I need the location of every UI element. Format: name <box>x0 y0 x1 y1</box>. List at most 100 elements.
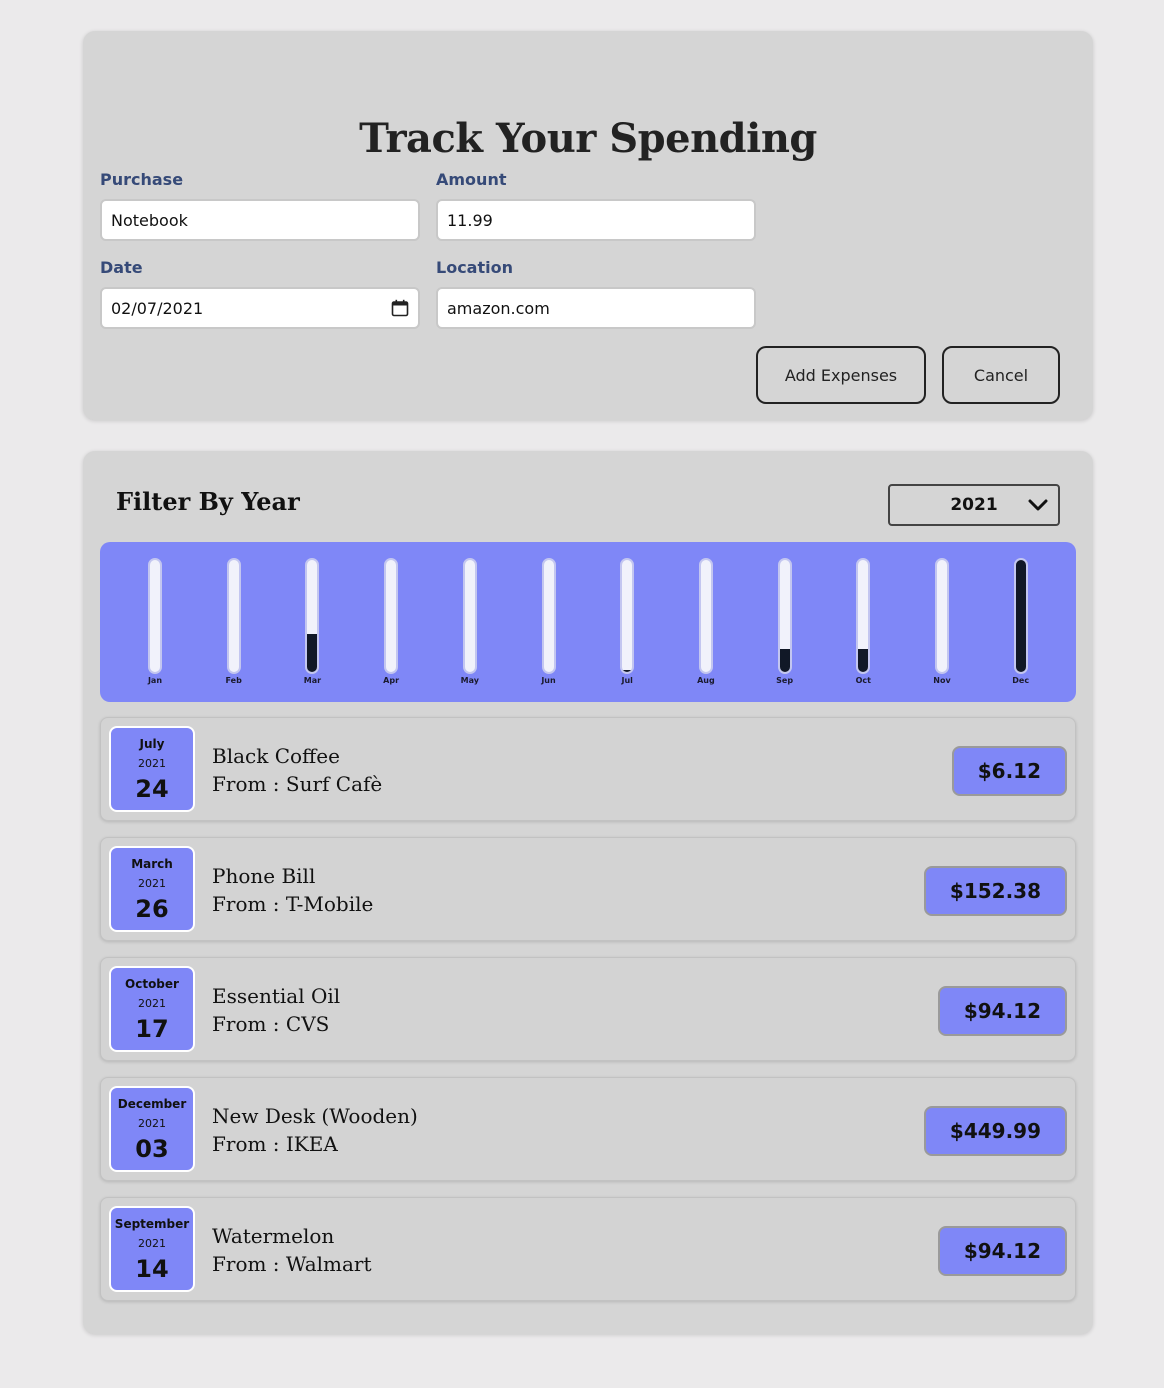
chart-bar-track <box>698 558 713 674</box>
expense-date-day: 14 <box>135 1255 169 1283</box>
amount-input[interactable]: 11.99 <box>436 199 756 241</box>
expense-price-badge: $94.12 <box>937 1226 1067 1276</box>
chart-bar <box>779 648 790 672</box>
chart-bar <box>1015 560 1026 672</box>
expense-date-month: December <box>117 1097 187 1111</box>
expense-date-badge: October 2021 17 <box>109 966 195 1052</box>
expense-date-day: 24 <box>135 775 169 803</box>
expense-date-year: 2021 <box>138 877 166 890</box>
expense-date-day: 26 <box>135 895 169 923</box>
chart-bar-track <box>777 558 792 674</box>
chart-bar-track <box>462 558 477 674</box>
chart-tick-label: Jan <box>147 676 163 685</box>
chart-bar-track <box>935 558 949 674</box>
chart-tick-label: Apr <box>383 676 400 685</box>
expenses-list-card: Filter By Year 2021 Jan Feb Mar Apr May Jun Ju… <box>83 451 1093 1334</box>
chart-bar <box>307 634 318 672</box>
purchase-label: Purchase <box>100 170 184 189</box>
chart-bar-column-dec: Dec <box>1001 542 1041 702</box>
chart-tick-label: Dec <box>1012 676 1030 685</box>
chart-tick-label: Aug <box>697 676 715 685</box>
monthly-spending-chart: Jan Feb Mar Apr May Jun Jul Aug Sep Oct Nov Dec <box>100 542 1076 702</box>
chart-tick-label: Jun <box>541 676 556 685</box>
expense-item[interactable]: December 2021 03 New Desk (Wooden) From : IK… <box>100 1077 1076 1181</box>
calendar-icon[interactable] <box>391 299 409 317</box>
chart-tick-label: May <box>460 676 479 685</box>
cancel-button[interactable]: Cancel <box>942 346 1060 404</box>
year-select[interactable]: 2021 <box>888 484 1060 526</box>
expense-title: Black Coffee <box>212 744 340 768</box>
chart-bar-track <box>541 558 556 674</box>
expense-date-badge: September 2021 14 <box>109 1206 195 1292</box>
expense-title: New Desk (Wooden) <box>212 1104 418 1128</box>
chart-bar <box>622 670 633 672</box>
date-input[interactable]: 02/07/2021 <box>100 287 420 329</box>
expense-location: From : Walmart <box>212 1252 372 1276</box>
chart-tick-label: Nov <box>933 676 951 685</box>
expense-date-day: 03 <box>135 1135 169 1163</box>
expense-date-badge: July 2021 24 <box>109 726 195 812</box>
chart-bar-column-jan: Jan <box>135 542 175 702</box>
chart-bar-column-oct: Oct <box>843 542 883 702</box>
chevron-down-icon <box>1028 497 1048 518</box>
expense-location: From : T-Mobile <box>212 892 374 916</box>
year-select-value: 2021 <box>950 495 998 515</box>
expense-date-year: 2021 <box>138 757 166 770</box>
chart-bar-track <box>856 558 871 674</box>
expense-date-badge: March 2021 26 <box>109 846 195 932</box>
chart-bar-column-nov: Nov <box>922 542 962 702</box>
chart-bar-track <box>148 558 162 674</box>
chart-bar-track <box>384 558 399 674</box>
location-input[interactable]: amazon.com <box>436 287 756 329</box>
expense-location: From : Surf Cafè <box>212 772 383 796</box>
chart-bar-column-jul: Jul <box>607 542 647 702</box>
chart-tick-label: Feb <box>225 676 242 685</box>
expense-price-badge: $94.12 <box>937 986 1067 1036</box>
expense-title: Phone Bill <box>212 864 316 888</box>
expense-date-year: 2021 <box>138 1237 166 1250</box>
expense-date-month: July <box>139 737 165 751</box>
expense-title: Watermelon <box>212 1224 335 1248</box>
chart-bar-column-mar: Mar <box>292 542 332 702</box>
expense-form-card: Track Your Spending Purchase Notebook Am… <box>83 31 1093 420</box>
chart-bar-column-apr: Apr <box>371 542 411 702</box>
page-title: Track Your Spending <box>359 115 817 162</box>
add-expenses-button[interactable]: Add Expenses <box>756 346 926 404</box>
purchase-input[interactable]: Notebook <box>100 199 420 241</box>
chart-bar-track <box>1013 558 1028 674</box>
expense-price-badge: $152.38 <box>923 866 1067 916</box>
amount-input-value: 11.99 <box>447 210 493 230</box>
chart-tick-label: Oct <box>855 676 871 685</box>
expense-date-day: 17 <box>135 1015 169 1043</box>
expense-price-badge: $449.99 <box>923 1106 1067 1156</box>
expense-date-month: September <box>114 1217 190 1231</box>
chart-bar-track <box>226 558 241 674</box>
chart-bar-column-jun: Jun <box>529 542 569 702</box>
expense-item[interactable]: September 2021 14 Watermelon From : Walmart $… <box>100 1197 1076 1301</box>
chart-bar-track <box>620 558 635 674</box>
chart-bar-column-sep: Sep <box>765 542 805 702</box>
expense-item[interactable]: March 2021 26 Phone Bill From : T-Mobile $152… <box>100 837 1076 941</box>
expense-date-badge: December 2021 03 <box>109 1086 195 1172</box>
chart-bar-column-aug: Aug <box>686 542 726 702</box>
chart-bar-column-may: May <box>450 542 490 702</box>
expense-date-month: October <box>125 977 179 991</box>
amount-label: Amount <box>436 170 507 189</box>
chart-tick-label: Mar <box>303 676 322 685</box>
location-input-value: amazon.com <box>447 298 550 318</box>
chart-bar <box>858 648 869 672</box>
expense-title: Essential Oil <box>212 984 341 1008</box>
expense-item[interactable]: July 2021 24 Black Coffee From : Surf Cafè $6… <box>100 717 1076 821</box>
expense-price-badge: $6.12 <box>951 746 1067 796</box>
expense-date-year: 2021 <box>138 1117 166 1130</box>
expense-date-year: 2021 <box>138 997 166 1010</box>
chart-bar-column-feb: Feb <box>214 542 254 702</box>
date-input-value: 02/07/2021 <box>111 298 204 318</box>
chart-tick-label: Sep <box>776 676 794 685</box>
filter-title: Filter By Year <box>116 487 300 516</box>
expense-location: From : CVS <box>212 1012 330 1036</box>
date-label: Date <box>100 258 143 277</box>
expense-item[interactable]: October 2021 17 Essential Oil From : CVS $94.… <box>100 957 1076 1061</box>
chart-bar-track <box>305 558 320 674</box>
chart-tick-label: Jul <box>621 676 633 685</box>
